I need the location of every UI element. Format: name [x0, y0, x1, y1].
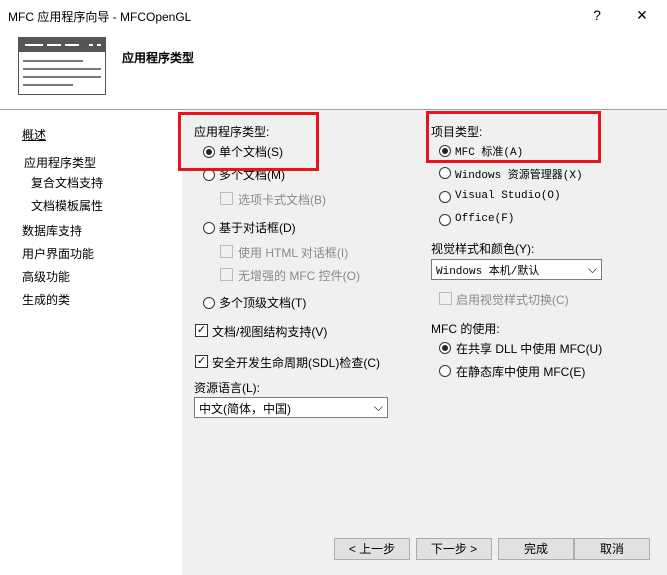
static-lib-radio[interactable]: [439, 365, 451, 377]
no-enhanced-mfc-checkbox[interactable]: [220, 268, 233, 281]
style-switch-label: 启用视觉样式切换(C): [456, 293, 569, 307]
wizard-header: 应用程序类型: [0, 31, 667, 110]
finish-button[interactable]: 完成: [498, 538, 574, 560]
sdl-label[interactable]: 安全开发生命周期(SDL)检查(C): [212, 354, 380, 371]
wizard-window-icon: [18, 37, 106, 95]
visual-style-label: 视觉样式和颜色(Y):: [431, 242, 535, 256]
tabbed-docs-label: 选项卡式文档(B): [238, 193, 326, 207]
sdl-checkbox[interactable]: ✓: [195, 355, 208, 368]
dialog-based-radio[interactable]: [203, 222, 215, 234]
doc-view-label[interactable]: 文档/视图结构支持(V): [212, 323, 327, 340]
chevron-down-icon: ⌵: [373, 400, 383, 414]
resource-lang-value: 中文(简体，中国): [199, 402, 291, 416]
help-button[interactable]: ?: [585, 4, 609, 26]
shared-dll-radio[interactable]: [439, 342, 451, 354]
tabbed-docs-checkbox[interactable]: [220, 192, 233, 205]
cancel-button[interactable]: 取消: [574, 538, 650, 560]
windows-explorer-radio[interactable]: [439, 167, 451, 179]
sidebar: 概述 应用程序类型 复合文档支持 文档模板属性 数据库支持 用户界面功能 高级功…: [0, 110, 182, 575]
page-title: 应用程序类型: [122, 51, 195, 65]
sidebar-item-generated-classes[interactable]: 生成的类: [22, 291, 70, 308]
dialog-based-label[interactable]: 基于对话框(D): [219, 219, 296, 236]
windows-explorer-label[interactable]: Windows 资源管理器(X): [455, 166, 583, 182]
resource-lang-label: 资源语言(L):: [194, 381, 261, 395]
sidebar-item-ui-features[interactable]: 用户界面功能: [22, 245, 94, 262]
sidebar-item-app-type[interactable]: 应用程序类型: [24, 154, 96, 171]
resource-lang-select[interactable]: 中文(简体，中国) ⌵: [194, 397, 388, 418]
sidebar-item-compound-doc[interactable]: 复合文档支持: [31, 174, 103, 191]
html-dialog-checkbox[interactable]: [220, 245, 233, 258]
html-dialog-label: 使用 HTML 对话框(I): [238, 246, 349, 260]
close-button[interactable]: ✕: [630, 4, 654, 26]
sidebar-item-database[interactable]: 数据库支持: [22, 222, 82, 239]
multi-top-level-label[interactable]: 多个顶级文档(T): [219, 294, 306, 311]
highlight-box-project-type: [426, 111, 601, 163]
mfc-use-label: MFC 的使用:: [431, 322, 500, 336]
main-panel: 应用程序类型: 单个文档(S) 多个文档(M) 选项卡式文档(B) 基于对话框(…: [178, 110, 667, 575]
static-lib-label[interactable]: 在静态库中使用 MFC(E): [456, 363, 585, 380]
next-button[interactable]: 下一步 >: [416, 538, 492, 560]
doc-view-checkbox[interactable]: ✓: [195, 324, 208, 337]
window-title: MFC 应用程序向导 - MFCOpenGL: [8, 10, 192, 24]
visual-style-select[interactable]: Windows 本机/默认 ⌵: [431, 259, 602, 280]
chevron-down-icon: ⌵: [587, 262, 597, 276]
visual-studio-radio[interactable]: [439, 191, 451, 203]
prev-button[interactable]: < 上一步: [334, 538, 410, 560]
office-radio[interactable]: [439, 214, 451, 226]
title-bar: MFC 应用程序向导 - MFCOpenGL ? ✕: [0, 0, 667, 31]
visual-studio-label[interactable]: Visual Studio(O): [455, 190, 561, 202]
shared-dll-label[interactable]: 在共享 DLL 中使用 MFC(U): [456, 340, 602, 357]
sidebar-item-advanced[interactable]: 高级功能: [22, 268, 70, 285]
style-switch-checkbox[interactable]: [439, 292, 452, 305]
highlight-box-app-type: [178, 112, 319, 171]
visual-style-value: Windows 本机/默认: [436, 266, 540, 278]
no-enhanced-mfc-label: 无增强的 MFC 控件(O): [238, 269, 360, 283]
multi-top-level-radio[interactable]: [203, 297, 215, 309]
sidebar-item-doc-template[interactable]: 文档模板属性: [31, 197, 103, 214]
sidebar-item-overview[interactable]: 概述: [22, 126, 46, 143]
office-label[interactable]: Office(F): [455, 213, 514, 225]
